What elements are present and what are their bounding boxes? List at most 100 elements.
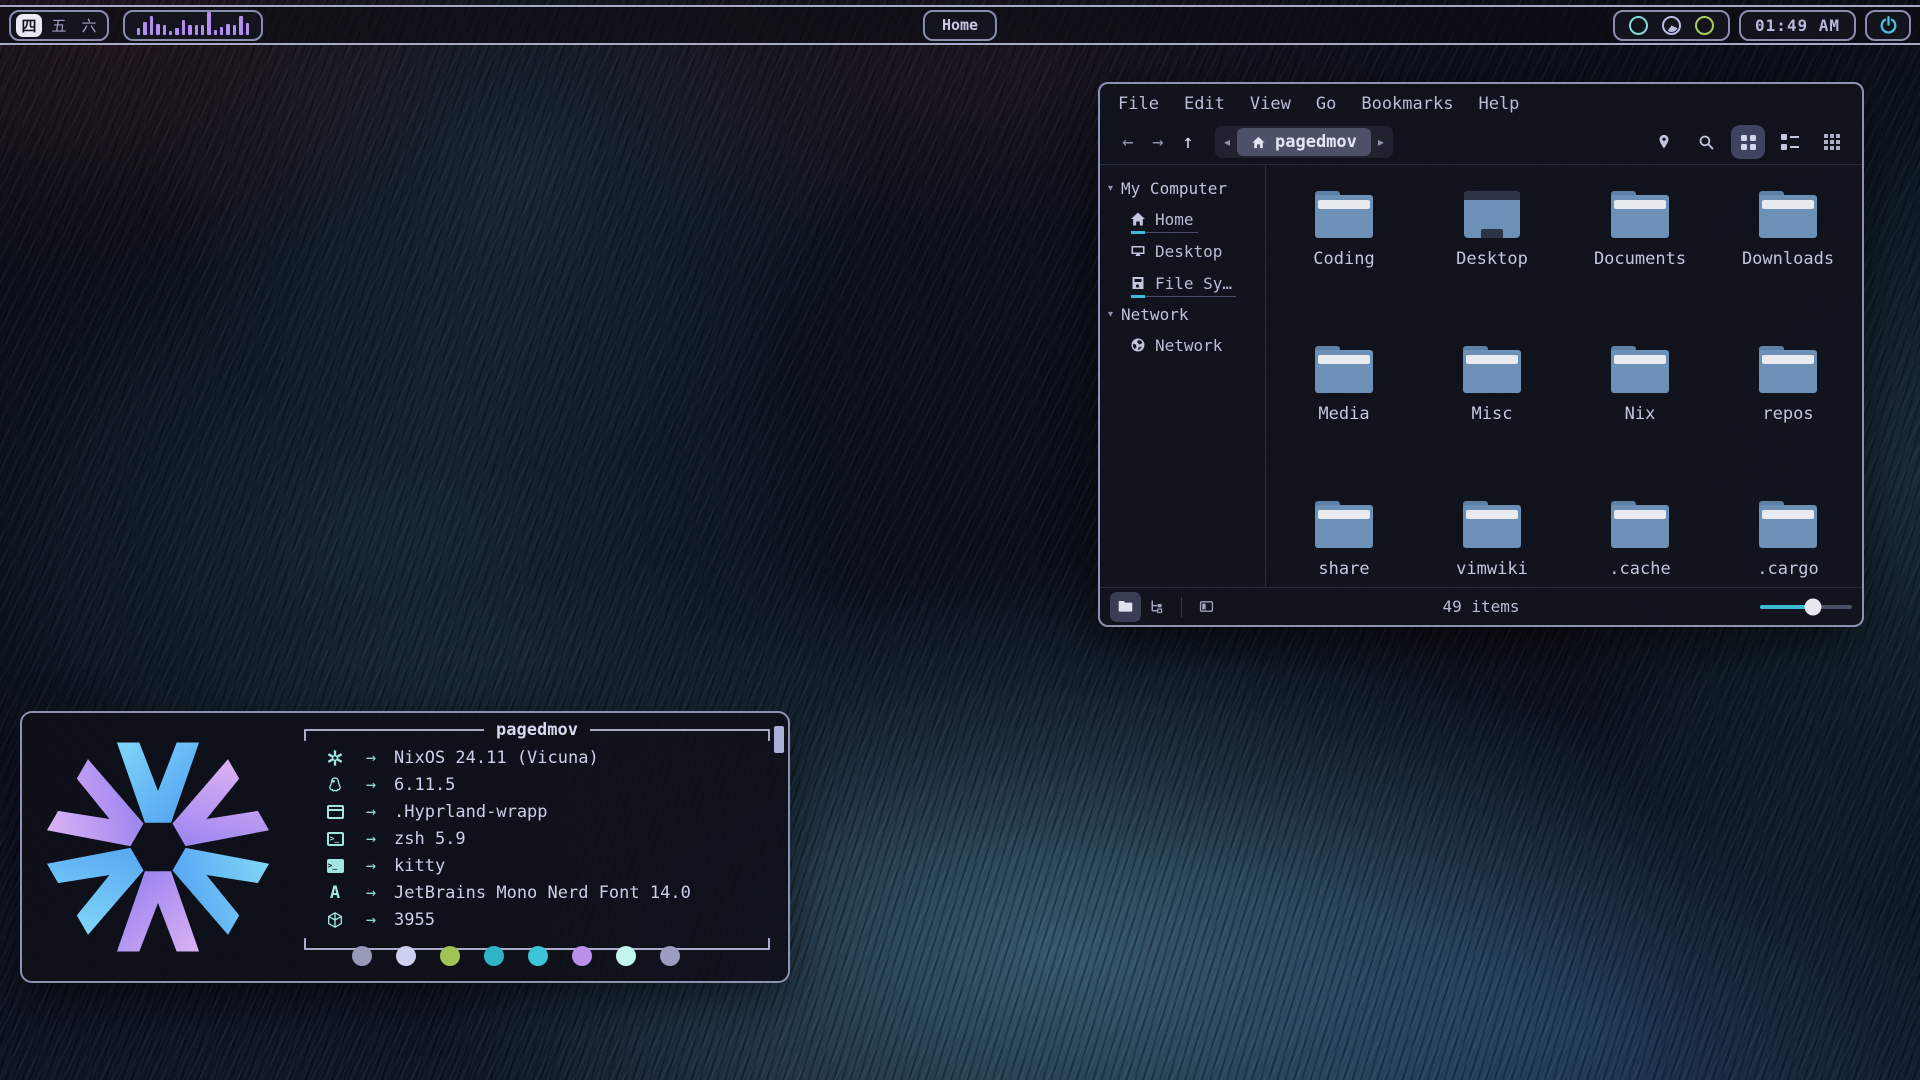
fetch-value: kitty	[394, 856, 445, 876]
file-item[interactable]: Documents	[1566, 191, 1714, 346]
terminal-window[interactable]: pagedmov →NixOS 24.11 (Vicuna)→6.11.5→.H…	[20, 711, 790, 983]
workspace-button[interactable]: 六	[76, 14, 102, 37]
search-button[interactable]	[1689, 125, 1723, 159]
file-name-label: share	[1318, 559, 1369, 579]
palette-color-dot	[660, 946, 680, 966]
toolbar-right-icons	[1647, 125, 1849, 159]
tux-penguin-icon	[322, 776, 348, 794]
file-item[interactable]: share	[1270, 501, 1418, 656]
file-item[interactable]: Downloads	[1714, 191, 1862, 346]
arrow-icon: →	[348, 910, 394, 930]
window-icon	[322, 805, 348, 819]
visualizer-bar	[143, 22, 146, 35]
visualizer-bar	[163, 25, 166, 35]
home-icon	[1251, 135, 1266, 150]
clock-widget[interactable]: 01:49 AM	[1739, 10, 1856, 41]
sidebar-group-label: My Computer	[1121, 179, 1227, 198]
status-separator	[1181, 597, 1182, 617]
location-button[interactable]	[1647, 125, 1681, 159]
toggle-side-pane-button[interactable]	[1191, 592, 1222, 622]
file-name-label: Misc	[1472, 404, 1513, 424]
back-button[interactable]: ←	[1113, 131, 1143, 153]
menu-item-file[interactable]: File	[1118, 94, 1159, 114]
file-item[interactable]: Misc	[1418, 346, 1566, 501]
monitor-ring-icon	[1695, 16, 1714, 35]
sidebar-item-network[interactable]: Network	[1100, 329, 1265, 361]
status-bar: 49 items	[1100, 587, 1862, 625]
menu-item-bookmarks[interactable]: Bookmarks	[1361, 94, 1453, 114]
path-segment-label: pagedmov	[1275, 132, 1357, 152]
visualizer-bar	[182, 20, 185, 35]
system-monitor-rings[interactable]	[1613, 10, 1730, 41]
globe-icon	[1130, 337, 1146, 353]
folder-icon	[1759, 191, 1817, 238]
monitor-icon	[1130, 243, 1146, 259]
path-scroll-right-button[interactable]: ▸	[1371, 135, 1391, 149]
file-item[interactable]: Desktop	[1418, 191, 1566, 346]
visualizer-bar	[207, 12, 210, 35]
path-scroll-left-button[interactable]: ◂	[1217, 135, 1237, 149]
show-directories-button[interactable]	[1110, 592, 1141, 622]
up-button[interactable]: ↑	[1173, 131, 1203, 153]
file-item[interactable]: .cargo	[1714, 501, 1862, 656]
file-item[interactable]: Nix	[1566, 346, 1714, 501]
file-item[interactable]: .cache	[1566, 501, 1714, 656]
menu-item-help[interactable]: Help	[1478, 94, 1519, 114]
zoom-slider-thumb[interactable]	[1805, 598, 1822, 615]
file-item[interactable]: repos	[1714, 346, 1862, 501]
workspace-button[interactable]: 五	[46, 14, 72, 37]
fetch-hostname: pagedmov	[484, 719, 590, 741]
zoom-slider[interactable]	[1760, 605, 1852, 609]
folder-icon	[1611, 191, 1669, 238]
clock-text: 01:49 AM	[1755, 16, 1840, 35]
view-detailed-list-button[interactable]	[1773, 125, 1807, 159]
sidebar-item-label: Network	[1155, 336, 1222, 355]
visualizer-bar	[233, 25, 236, 35]
file-manager-body: ▾My ComputerHomeDesktopFile Sy…▾NetworkN…	[1100, 164, 1862, 587]
view-icons-button[interactable]	[1731, 125, 1765, 159]
sidebar-group-my-computer[interactable]: ▾My Computer	[1100, 173, 1265, 203]
file-item[interactable]: Coding	[1270, 191, 1418, 346]
show-tree-button[interactable]	[1141, 592, 1172, 622]
path-segment-home[interactable]: pagedmov	[1237, 128, 1371, 156]
power-button[interactable]	[1865, 10, 1911, 41]
nix-snowflake-icon	[322, 749, 348, 767]
palette-color-dot	[396, 946, 416, 966]
visualizer-bar	[156, 24, 159, 35]
arrow-icon: →	[348, 748, 394, 768]
collapse-triangle-icon: ▾	[1108, 309, 1113, 320]
folder-icon	[1611, 501, 1669, 548]
arrow-icon: →	[348, 856, 394, 876]
sidebar-item-label: Home	[1155, 210, 1194, 229]
visualizer-bar	[137, 28, 140, 35]
fetch-value: zsh 5.9	[394, 829, 466, 849]
compact-view-icon	[1824, 134, 1840, 150]
visualizer-bar	[220, 27, 223, 35]
workspace-switcher[interactable]: 四五六	[9, 10, 109, 41]
sidebar-item-filesy[interactable]: File Sy…	[1100, 267, 1265, 299]
visualizer-bar	[226, 24, 229, 35]
active-window-title[interactable]: Home	[923, 10, 997, 41]
fastfetch-output: pagedmov →NixOS 24.11 (Vicuna)→6.11.5→.H…	[304, 729, 770, 950]
forward-button[interactable]: →	[1143, 131, 1173, 153]
menu-item-go[interactable]: Go	[1316, 94, 1336, 114]
sidebar-group-network[interactable]: ▾Network	[1100, 299, 1265, 329]
menu-item-view[interactable]: View	[1250, 94, 1291, 114]
file-item[interactable]: Media	[1270, 346, 1418, 501]
visualizer-bar	[188, 25, 191, 35]
icon-view-icon	[1741, 135, 1756, 150]
font-letter-icon: A	[322, 883, 348, 903]
power-icon	[1878, 15, 1899, 36]
palette-color-dot	[528, 946, 548, 966]
workspace-button[interactable]: 四	[16, 14, 42, 37]
fetch-row: >_→zsh 5.9	[322, 825, 770, 852]
sidebar-item-home[interactable]: Home	[1100, 203, 1265, 235]
menu-item-edit[interactable]: Edit	[1184, 94, 1225, 114]
visualizer-bar	[175, 28, 178, 35]
file-name-label: vimwiki	[1456, 559, 1528, 579]
fetch-value: NixOS 24.11 (Vicuna)	[394, 748, 599, 768]
view-compact-button[interactable]	[1815, 125, 1849, 159]
file-item[interactable]: vimwiki	[1418, 501, 1566, 656]
sidebar-item-label: Desktop	[1155, 242, 1222, 261]
sidebar-item-desktop[interactable]: Desktop	[1100, 235, 1265, 267]
